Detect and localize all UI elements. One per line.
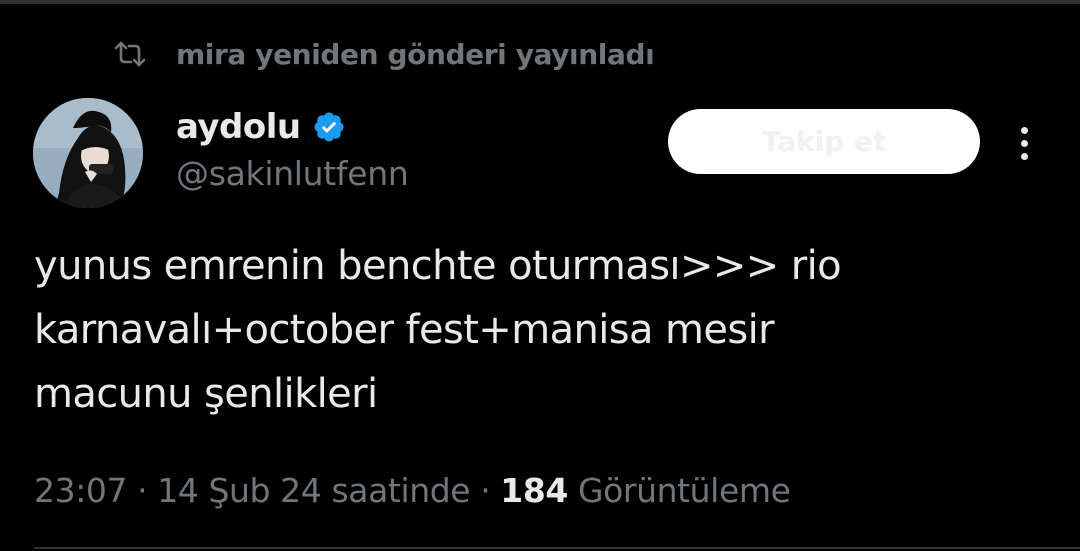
bottom-divider xyxy=(34,547,1080,549)
more-dot xyxy=(1020,139,1028,147)
views-count: 184 xyxy=(500,470,568,510)
follow-button[interactable]: Takip et xyxy=(668,109,980,174)
post-meta: 23:07 · 14 Şub 24 saatinde · 184 Görüntü… xyxy=(34,468,791,512)
avatar-photo xyxy=(33,98,143,208)
avatar[interactable] xyxy=(33,98,143,208)
top-divider xyxy=(0,0,1080,4)
more-dot xyxy=(1020,126,1028,134)
repost-label[interactable]: mira yeniden gönderi yayınladı xyxy=(176,38,655,71)
post-text-line: macunu şenlikleri xyxy=(34,371,378,417)
post-screenshot: mira yeniden gönderi yayınladı aydolu @s… xyxy=(0,0,1080,551)
more-dot xyxy=(1020,152,1028,160)
author-display-name[interactable]: aydolu xyxy=(176,107,301,147)
author-name-row[interactable]: aydolu xyxy=(176,104,347,150)
views-label: Görüntüleme xyxy=(577,470,791,510)
verified-badge-icon xyxy=(311,109,347,145)
post-date[interactable]: 14 Şub 24 saatinde xyxy=(157,471,470,510)
post-text-line: karnavalı+october fest+manisa mesir xyxy=(34,307,775,353)
post-text: yunus emrenin benchte oturması>>> rio ka… xyxy=(34,234,1034,426)
repost-header: mira yeniden gönderi yayınladı xyxy=(112,34,655,74)
post-text-line: yunus emrenin benchte oturması>>> rio xyxy=(34,243,842,289)
repost-icon xyxy=(112,39,148,69)
more-options-icon[interactable] xyxy=(1008,120,1040,166)
meta-separator: · xyxy=(480,470,491,510)
author-handle[interactable]: @sakinlutfenn xyxy=(176,154,409,193)
post-time[interactable]: 23:07 xyxy=(34,471,128,510)
meta-separator: · xyxy=(137,470,148,510)
